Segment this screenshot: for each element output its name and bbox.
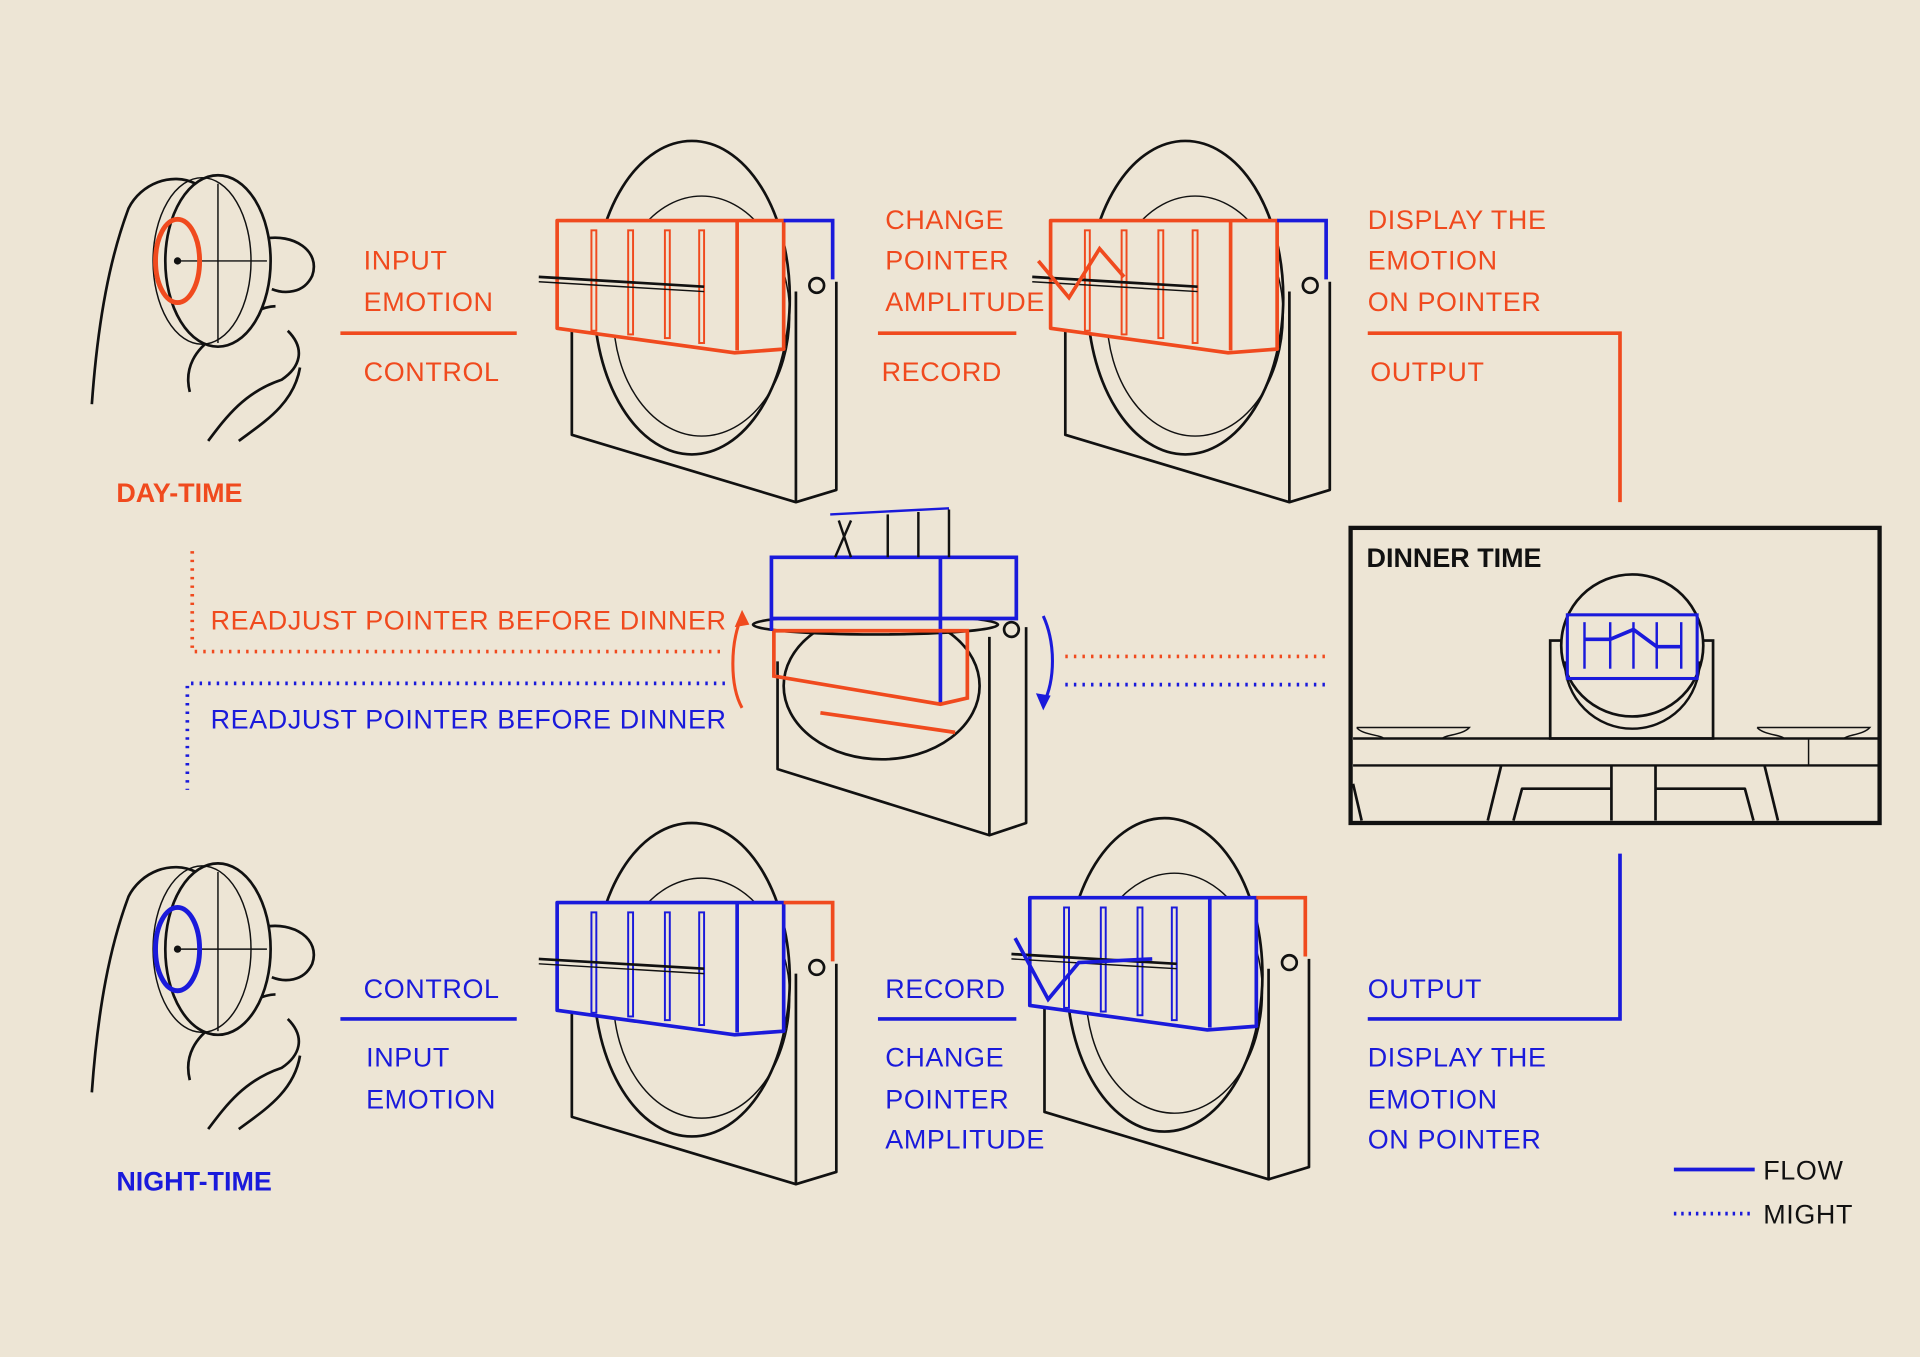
label-control: CONTROL [364,357,500,387]
day-step1-label: INPUT EMOTION CONTROL [340,246,517,387]
dinner-time-title: DINNER TIME [1367,543,1542,573]
rotating-device [731,507,1054,837]
label-control: CONTROL [364,974,500,1004]
label-output: OUTPUT [1370,357,1484,387]
night-device-record [1009,816,1311,1182]
day-device-control [536,139,839,505]
day-step2-label: CHANGE POINTER AMPLITUDE RECORD [877,205,1045,387]
label-emotion: EMOTION [364,287,494,317]
night-might-line [185,681,725,790]
label-display: DISPLAY THE [1368,1043,1547,1073]
day-device-record [1030,139,1332,505]
rotate-down-arrow-icon [1041,615,1054,705]
label-change: CHANGE [885,1043,1004,1073]
label-change: CHANGE [885,205,1004,235]
night-readjust-label: READJUST POINTER BEFORE DINNER [211,705,727,735]
night-step3-label: OUTPUT DISPLAY THE EMOTION ON POINTER [1367,853,1622,1155]
label-on-pointer: ON POINTER [1368,287,1542,317]
day-time-title: DAY-TIME [116,478,242,508]
emotion-pointer-diagram: DAY-TIME INPUT EMOTION CONTROL CHANGE PO… [90,139,1882,1229]
legend-flow-label: FLOW [1763,1155,1843,1185]
label-emotion: EMOTION [366,1084,496,1114]
label-input: INPUT [366,1043,450,1073]
day-step3-label: DISPLAY THE EMOTION ON POINTER OUTPUT [1367,205,1622,503]
label-pointer: POINTER [885,1084,1009,1114]
night-hand-controller [90,862,316,1131]
night-step1-label: CONTROL INPUT EMOTION [340,974,517,1114]
day-hand-controller [90,173,316,443]
label-record: RECORD [885,974,1005,1004]
legend-might-label: MIGHT [1763,1199,1853,1229]
night-time-title: NIGHT-TIME [116,1166,272,1196]
rotate-up-arrow-icon [731,615,744,709]
label-input: INPUT [364,246,448,276]
label-record: RECORD [882,357,1002,387]
label-emotion: EMOTION [1368,1084,1498,1114]
day-might-line [190,551,725,654]
label-output: OUTPUT [1368,974,1482,1004]
night-step2-label: RECORD CHANGE POINTER AMPLITUDE [877,974,1045,1155]
label-on-pointer: ON POINTER [1368,1125,1542,1155]
label-amplitude: AMPLITUDE [885,1125,1045,1155]
legend: FLOW MIGHT [1673,1155,1853,1229]
label-amplitude: AMPLITUDE [885,287,1045,317]
dinner-time-panel: DINNER TIME [1348,525,1882,826]
day-readjust-label: READJUST POINTER BEFORE DINNER [211,606,727,636]
night-device-control [536,821,839,1187]
label-pointer: POINTER [885,246,1009,276]
label-emotion: EMOTION [1368,246,1498,276]
label-display: DISPLAY THE [1368,205,1547,235]
